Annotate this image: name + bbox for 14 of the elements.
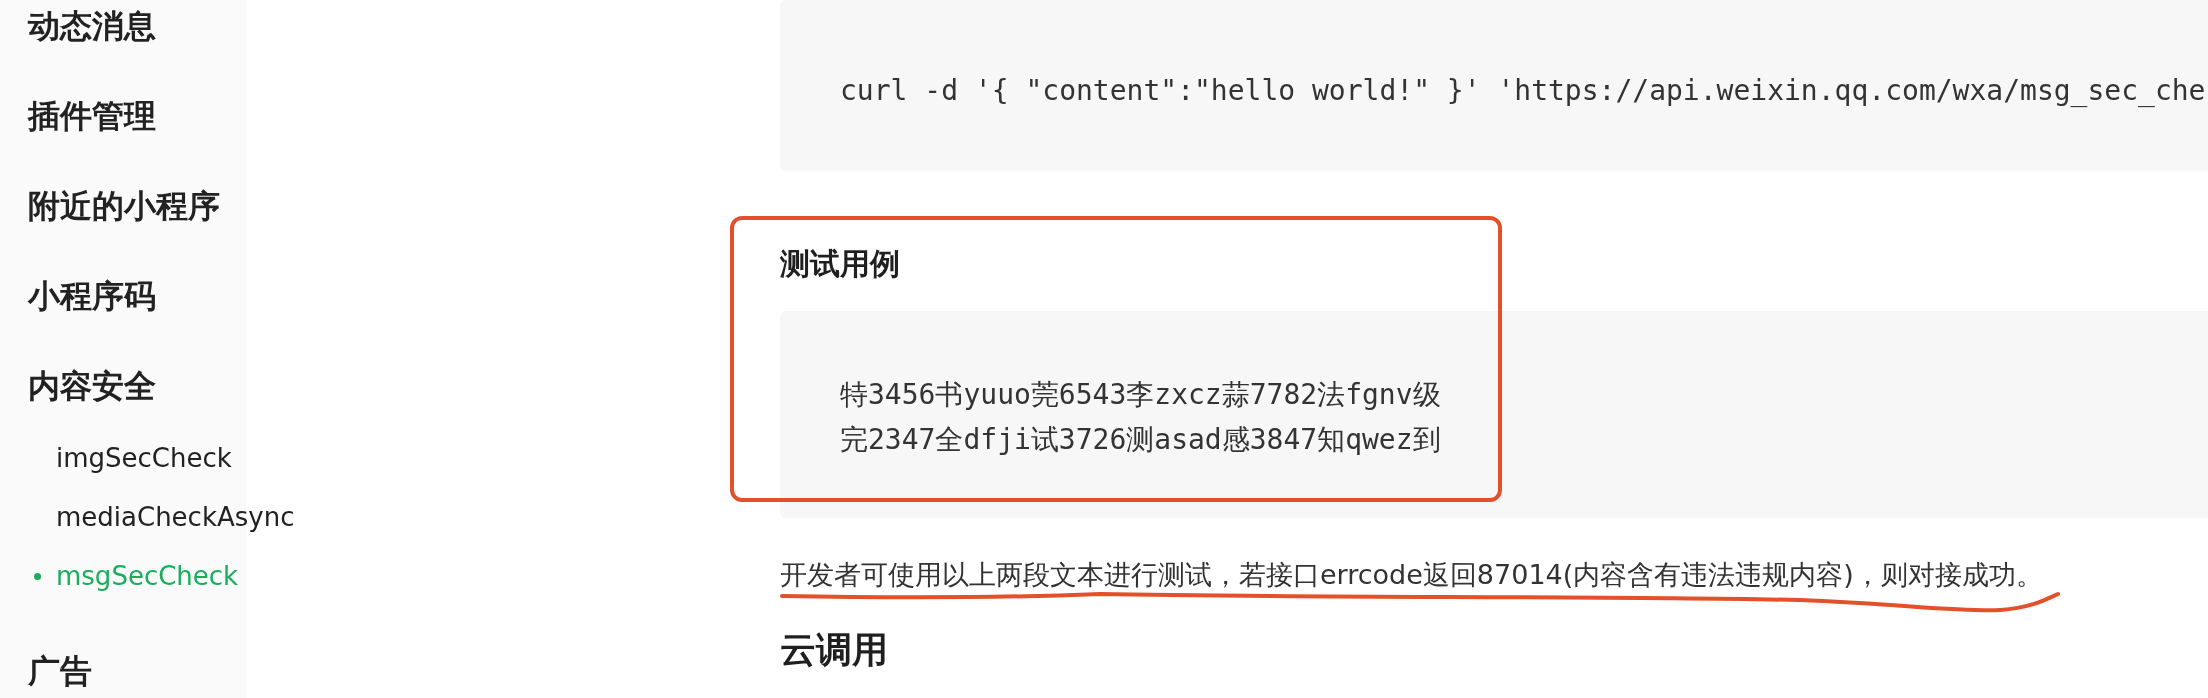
paragraph: 开发者可使用以上两段文本进行测试，若接口errcode返回87014(内容含有违法违规内容)，则对接成功。 [780,558,2043,592]
sidebar-item[interactable]: 动态消息 [28,6,156,46]
sidebar-item[interactable]: 广告 [28,651,92,691]
sidebar-item[interactable]: 内容安全 [28,366,156,406]
code-line: 完2347全dfji试3726测asad感3847知qwez到 [840,421,1441,458]
sidebar-item[interactable]: 附近的小程序 [28,186,220,226]
sidebar-item[interactable]: imgSecCheck [56,441,232,475]
sidebar-item[interactable]: mediaCheckAsync [56,500,295,534]
sidebar-item[interactable]: 小程序码 [28,276,156,316]
code-line: curl -d '{ "content":"hello world!" }' 'https://api.weixin.qq.com/wxa/msg_sec_che [840,73,2206,109]
section-heading: 云调用 [780,630,888,670]
section-heading: 测试用例 [780,247,900,281]
sidebar-item[interactable]: 插件管理 [28,96,156,136]
code-line: 特3456书yuuo莞6543李zxcz蒜7782法fgnv级 [840,376,1441,413]
